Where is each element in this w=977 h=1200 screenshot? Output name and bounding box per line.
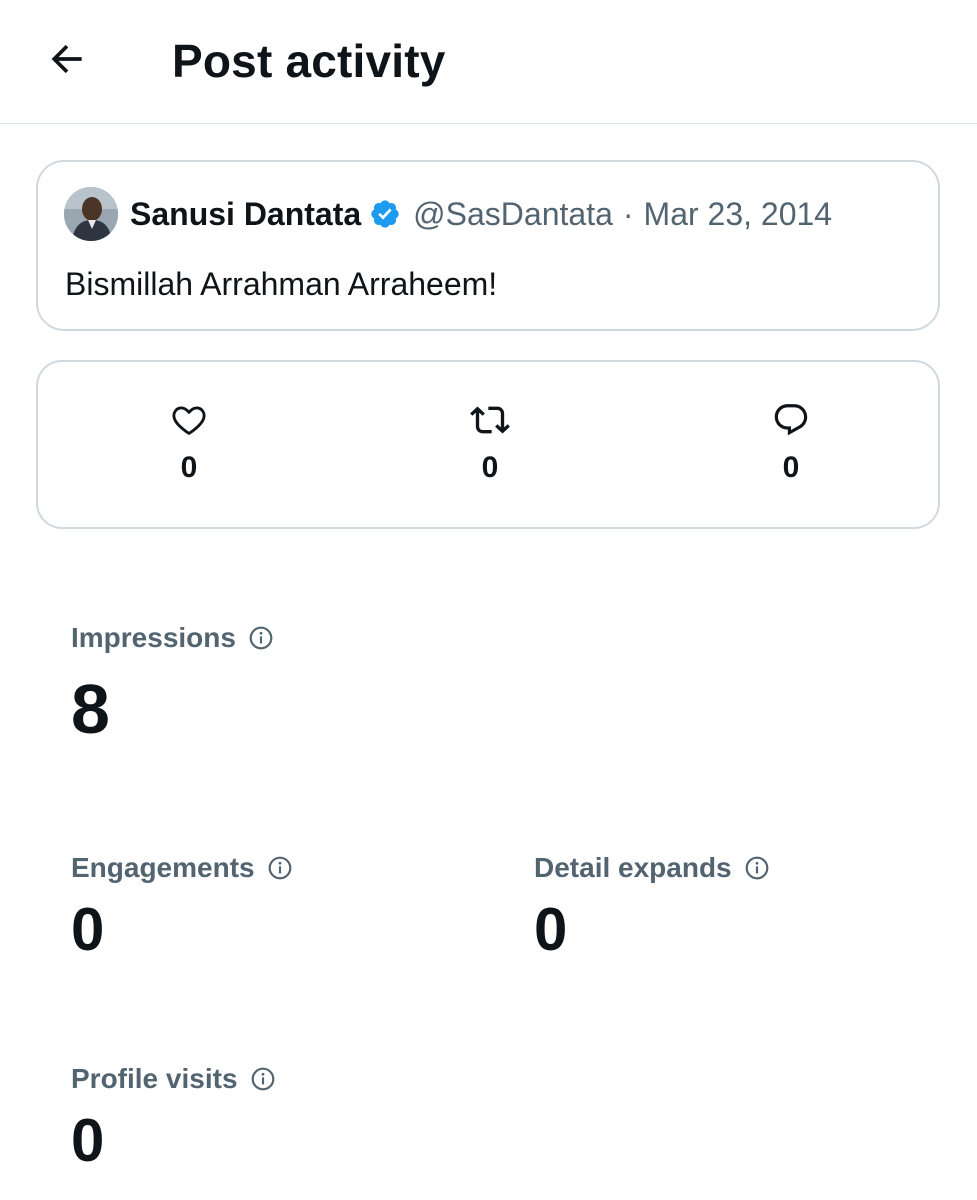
- post-author-line: Sanusi Dantata @SasDantata · Mar 23, 201…: [130, 194, 832, 234]
- info-icon[interactable]: [267, 855, 293, 881]
- reposts-stat[interactable]: 0: [430, 400, 550, 486]
- back-button[interactable]: [38, 30, 96, 88]
- post-text: Bismillah Arrahman Arraheem!: [65, 266, 498, 302]
- likes-count: 0: [180, 451, 198, 484]
- avatar[interactable]: [64, 187, 118, 241]
- reply-icon: [731, 400, 851, 440]
- impressions-label: Impressions: [71, 622, 236, 653]
- reposts-count: 0: [481, 451, 499, 484]
- info-icon[interactable]: [248, 625, 274, 651]
- post-date[interactable]: Mar 23, 2014: [644, 196, 833, 233]
- detail-expands-label: Detail expands: [534, 852, 732, 883]
- replies-stat[interactable]: 0: [731, 400, 851, 486]
- arrow-left-icon: [51, 44, 82, 74]
- avatar-photo: [64, 187, 118, 241]
- profile-visits-value: 0: [71, 1107, 105, 1174]
- author-name[interactable]: Sanusi Dantata: [130, 196, 361, 233]
- post-preview-card[interactable]: Sanusi Dantata @SasDantata · Mar 23, 201…: [36, 160, 940, 331]
- profile-visits-label: Profile visits: [71, 1063, 238, 1094]
- engagements-metric: Engagements 0: [71, 848, 293, 960]
- info-icon[interactable]: [744, 855, 770, 881]
- page-title: Post activity: [172, 35, 446, 87]
- engagement-card: 0 0 0: [36, 360, 940, 529]
- separator-dot: ·: [622, 195, 634, 232]
- heart-icon: [129, 400, 249, 440]
- verified-badge-icon: [369, 198, 401, 230]
- profile-visits-metric: Profile visits 0: [71, 1059, 276, 1171]
- engagements-value: 0: [71, 896, 105, 963]
- detail-expands-metric: Detail expands 0: [534, 848, 770, 960]
- detail-expands-value: 0: [534, 896, 568, 963]
- impressions-metric: Impressions 8: [71, 618, 274, 744]
- impressions-value: 8: [71, 670, 110, 748]
- replies-count: 0: [782, 451, 800, 484]
- likes-stat[interactable]: 0: [129, 400, 249, 486]
- author-handle[interactable]: @SasDantata: [413, 196, 613, 233]
- top-bar: Post activity: [0, 0, 977, 124]
- info-icon[interactable]: [250, 1066, 276, 1092]
- engagements-label: Engagements: [71, 852, 255, 883]
- repost-icon: [430, 400, 550, 440]
